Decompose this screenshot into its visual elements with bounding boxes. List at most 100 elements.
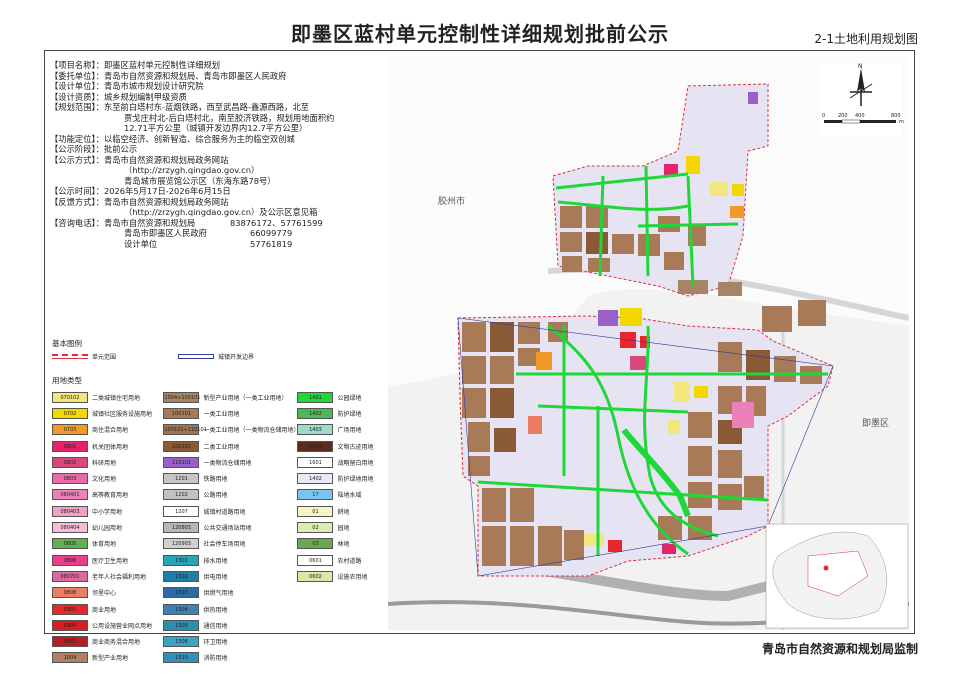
legend-label: 中小学用地 <box>92 508 123 516</box>
svg-text:200: 200 <box>838 113 848 119</box>
legend-label: 社会停车场用地 <box>203 541 246 549</box>
info-client: 【委托单位】： 青岛市自然资源和规划局、青岛市即墨区人民政府 <box>50 71 390 82</box>
legend-label: 老年人社会福利用地 <box>92 573 147 581</box>
legend-label: 二类城镇住宅用地 <box>92 394 141 402</box>
legend-landuse-title: 用地类型 <box>52 376 82 385</box>
land-use-map[interactable]: 胶州市 即墨区 N 0 200 400 800 m <box>388 56 909 630</box>
legend-label: 防护绿地 <box>337 410 362 418</box>
legend-swatch: 0702 <box>52 407 88 419</box>
info-feedback: 【反馈方式】： 青岛市自然资源和规划局政务网站 <box>50 197 390 208</box>
svg-text:N: N <box>858 63 863 70</box>
legend-swatch: 0802 <box>52 456 88 468</box>
legend-item: 02 园地 <box>297 519 387 535</box>
legend-item: 0602 设施农用地 <box>297 568 387 584</box>
legend-item: 110101 一类物流仓储用地 <box>163 454 293 470</box>
legend-label: 环卫用地 <box>203 639 228 647</box>
legend-swatch: 01 <box>297 505 334 517</box>
legend-label: 供燃气用地 <box>203 590 234 598</box>
info-method: 【公示方式】： 青岛市自然资源和规划局政务网站 <box>50 155 390 166</box>
legend-label: 城镇社区服务设施用地 <box>92 410 153 418</box>
legend: 基本图例 单元范围 城镇开发边界 用地类型 070102 二类城镇住宅用地 0702… <box>52 336 387 666</box>
legend-label: 体育用地 <box>92 541 117 549</box>
legend-label: 消防用地 <box>203 655 228 663</box>
phone-org: 设计单位 <box>124 238 158 249</box>
legend-item: 0702 城镇社区服务设施用地 <box>52 405 159 421</box>
info-value: 东至前白塔村东-蓝烟铁路，西至武昌路-鑫源西路，北至 <box>103 102 310 112</box>
legend-item: 0801 机关团体用地 <box>52 438 159 454</box>
legend-label: 公路用地 <box>203 492 228 500</box>
info-feedback-url[interactable]: （http://zrzygh.qingdao.gov.cn）及公示区意见箱 <box>50 207 390 218</box>
legend-item: 120803 公共交通场站用地 <box>163 519 293 535</box>
legend-item: 100102 二类工业用地 <box>163 438 293 454</box>
legend-swatch: 080403 <box>52 505 88 517</box>
legend-item: 080701 老年人社会福利用地 <box>52 568 159 584</box>
legend-swatch: 0805 <box>52 538 88 550</box>
legend-swatch: 1302 <box>163 570 200 582</box>
info-key: 【反馈方式】： <box>50 196 104 207</box>
legend-swatch: 1304 <box>163 603 200 615</box>
legend-item: 0805 体育用地 <box>52 536 159 552</box>
info-designer: 【设计单位】： 青岛市城市规划设计研究院 <box>50 81 390 92</box>
legend-swatch: 1207 <box>163 505 200 517</box>
legend-item: 0806 医疗卫生用地 <box>52 552 159 568</box>
legend-label: 广场用地 <box>337 427 362 435</box>
info-value: 青岛市自然资源和规划局政务网站 <box>103 196 229 207</box>
legend-column-1: 070102 二类城镇住宅用地 0702 城镇社区服务设施用地 0703 商住混合用地 08… <box>52 389 159 666</box>
info-key: 【功能定位】： <box>50 133 104 144</box>
landuse-legend-grid: 070102 二类城镇住宅用地 0702 城镇社区服务设施用地 0703 商住混合用地 08… <box>52 389 387 666</box>
legend-swatch: 0801 <box>52 440 88 452</box>
info-method-url[interactable]: （http://zrzygh.qingdao.gov.cn） <box>50 165 390 176</box>
info-key: 【公示时间】： <box>50 186 104 196</box>
info-stage: 【公示阶段】： 批前公示 <box>50 144 390 155</box>
legend-label: 园地 <box>337 525 350 533</box>
legend-item: 1402 防护绿地 <box>297 405 387 421</box>
legend-swatch: 1402 <box>297 473 334 485</box>
legend-label: 一类物流仓储用地 <box>203 459 252 467</box>
legend-label: 公用设施营业网点用地 <box>92 622 153 630</box>
legend-item: 0601 农村道路 <box>297 552 387 568</box>
legend-item: 0703 商住混合用地 <box>52 422 159 438</box>
legend-item: 0803 文化用地 <box>52 470 159 486</box>
legend-swatch: 1403 <box>297 424 334 436</box>
legend-item: 17 陆地水域 <box>297 487 387 503</box>
location-inset-map <box>765 523 909 629</box>
info-value: 青岛市自然资源和规划局政务网站 <box>103 154 229 165</box>
legend-swatch: 17 <box>297 489 334 501</box>
legend-swatch: 1402 <box>297 407 334 419</box>
legend-swatch: 120803 <box>163 522 200 534</box>
legend-item: 100101+110101 一类工业用地（一类物流仓储用地） <box>163 422 299 438</box>
legend-label: 供电用地 <box>203 573 228 581</box>
label-jiaozhou: 胶州市 <box>438 195 465 207</box>
legend-swatch: 080401 <box>52 489 88 501</box>
legend-swatch: 080701 <box>52 570 88 582</box>
legend-label: 通信用地 <box>203 622 228 630</box>
info-phone-row3: 设计单位 57761819 <box>50 239 390 250</box>
info-key: 【委托单位】： <box>50 70 104 81</box>
legend-item: 03 林地 <box>297 536 387 552</box>
info-value: 以临空经济、创新智造、综合服务为主的临空双创城 <box>103 133 295 144</box>
legend-item: 080401 高等教育用地 <box>52 487 159 503</box>
legend-label: 设施农用地 <box>337 573 368 581</box>
legend-item: 1004+100101 新型产业用地（一类工业用地） <box>163 389 293 405</box>
legend-label: 商住混合用地 <box>92 427 129 435</box>
legend-item: 1401 公园绿地 <box>297 389 387 405</box>
legend-swatch: 0601 <box>297 554 334 566</box>
legend-swatch: 03 <box>297 538 334 550</box>
legend-swatch: 02 <box>297 522 334 534</box>
legend-label: 新型产业用地 <box>92 655 129 663</box>
legend-swatch: 120903 <box>163 538 200 550</box>
legend-item: 1004 新型产业用地 <box>52 650 159 666</box>
svg-text:400: 400 <box>855 113 865 119</box>
legend-label: 陆地水域 <box>337 492 362 500</box>
legend-item: 1306 环卫用地 <box>163 633 293 649</box>
legend-swatch: 1004+100101 <box>163 391 200 403</box>
info-time: 【公示时间】： 2026年5月17日-2026年6月15日 <box>50 186 390 197</box>
info-scope: 【规划范围】： 东至前白塔村东-蓝烟铁路，西至武昌路-鑫源西路，北至 <box>50 102 390 113</box>
legend-label: 商业用地 <box>92 606 117 614</box>
legend-label: 供热用地 <box>203 606 228 614</box>
legend-swatch: 1303 <box>163 587 200 599</box>
legend-swatch: 110101 <box>163 456 200 468</box>
map-number: 2-1土地利用规划图 <box>814 32 918 46</box>
legend-swatch: 0602 <box>297 570 334 582</box>
info-value: 青岛市自然资源和规划局 83876172、57761599 <box>104 218 390 229</box>
